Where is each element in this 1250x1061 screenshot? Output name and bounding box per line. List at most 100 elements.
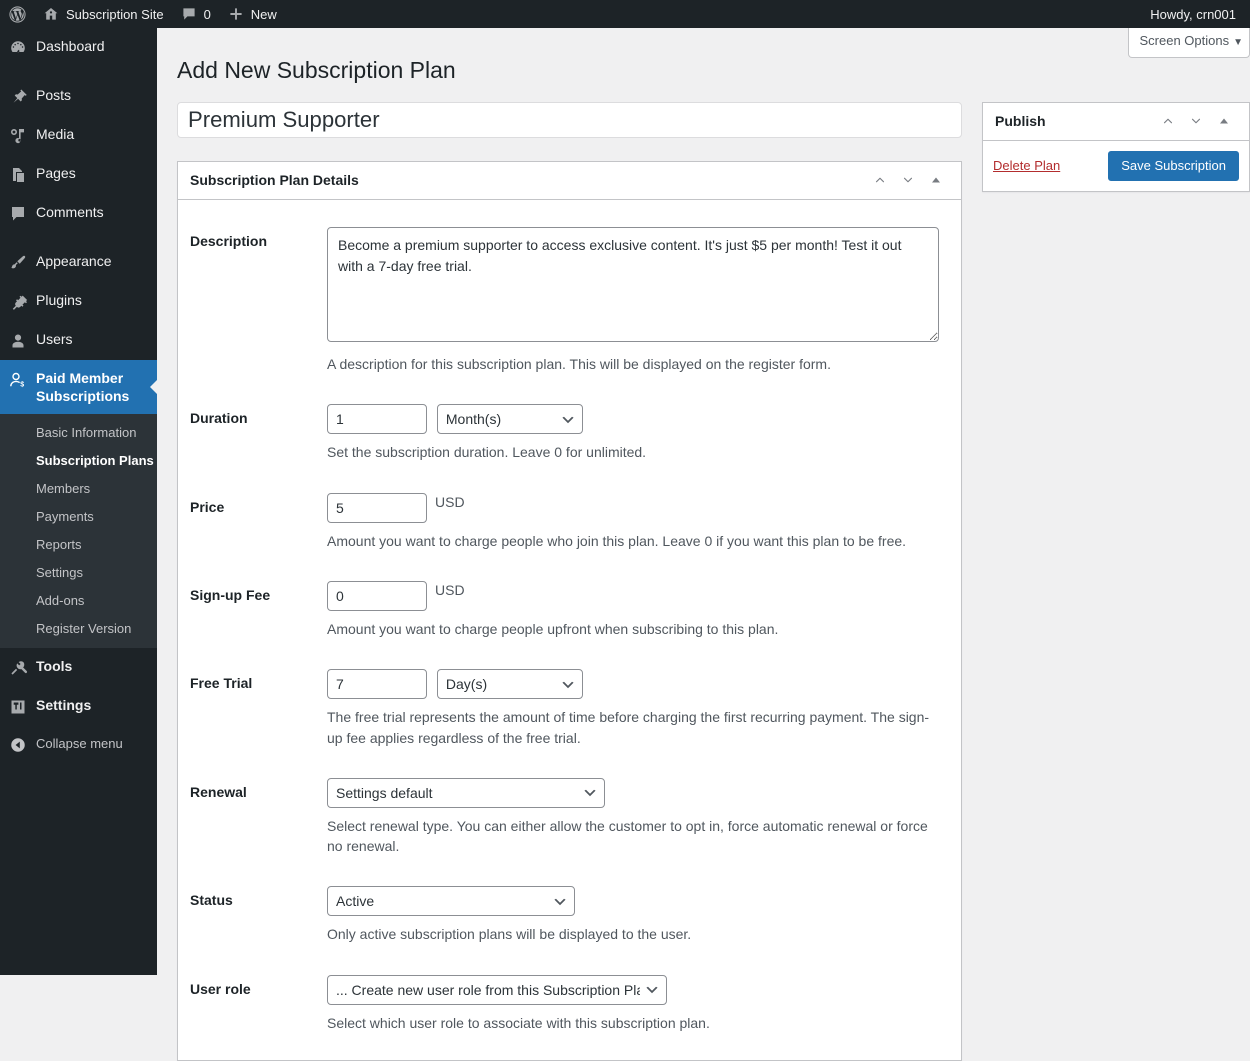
sidebar-subitem-reports[interactable]: Reports — [0, 531, 157, 559]
sidebar-item-label: Media — [36, 126, 75, 142]
sidebar-subitem-register-version[interactable]: Register Version — [0, 615, 157, 643]
account-menu[interactable]: Howdy, crn001 — [1142, 0, 1250, 28]
sidebar-item-label: Pages — [36, 165, 76, 181]
user-role-help: Select which user role to associate with… — [327, 1014, 710, 1031]
details-box-title: Subscription Plan Details — [190, 171, 359, 188]
duration-period-select[interactable]: Month(s) — [436, 404, 583, 435]
site-name-menu[interactable]: Subscription Site — [34, 0, 172, 28]
signup-fee-currency: USD — [435, 581, 465, 598]
duration-label: Duration — [190, 410, 248, 427]
chevron-up-icon[interactable] — [867, 167, 893, 193]
site-name-label: Subscription Site — [66, 6, 164, 22]
field-row-renewal: Renewal Settings default Select renewal … — [190, 763, 949, 872]
comments-menu[interactable]: 0 — [172, 0, 219, 28]
main-column: Subscription Plan Details — [177, 101, 962, 1061]
field-row-free-trial: Free Trial Day(s) The free trial represe… — [190, 654, 949, 763]
chevron-down-icon[interactable] — [895, 167, 921, 193]
status-help: Only active subscription plans will be d… — [327, 926, 692, 943]
sidebar-item-media[interactable]: Media — [0, 116, 157, 155]
collapse-menu-label: Collapse menu — [36, 736, 123, 751]
sidebar-subitem-members[interactable]: Members — [0, 475, 157, 503]
field-row-signup-fee: Sign-up Fee USD Amount you want to charg… — [190, 566, 949, 654]
sidebar-subitem-add-ons[interactable]: Add-ons — [0, 587, 157, 615]
price-input[interactable] — [327, 492, 427, 523]
price-cell: USD Amount you want to charge people who… — [317, 478, 949, 566]
toggle-triangle-up-icon[interactable] — [1211, 108, 1237, 134]
sidebar-item-label: Plugins — [36, 292, 82, 308]
user-role-cell: ... Create new user role from this Subsc… — [317, 960, 949, 1048]
free-trial-input[interactable] — [327, 669, 427, 700]
sidebar-subitem-basic-information[interactable]: Basic Information — [0, 419, 157, 447]
comments-count: 0 — [203, 6, 211, 22]
svg-text:$: $ — [20, 382, 24, 389]
sidebar-item-posts[interactable]: Posts — [0, 77, 157, 116]
sidebar-item-dashboard[interactable]: Dashboard — [0, 28, 157, 67]
renewal-help: Select renewal type. You can either allo… — [327, 817, 928, 855]
save-subscription-button[interactable]: Save Subscription — [1108, 150, 1239, 181]
sidebar-item-label: Dashboard — [36, 38, 105, 54]
sidebar-item-label: Appearance — [36, 253, 112, 269]
plus-icon — [227, 5, 245, 23]
free-trial-cell: Day(s) The free trial represents the amo… — [317, 654, 949, 763]
sidebar-item-tools[interactable]: Tools — [0, 648, 157, 687]
free-trial-label: Free Trial — [190, 675, 253, 692]
duration-input[interactable] — [327, 404, 427, 435]
chevron-up-icon[interactable] — [1155, 108, 1181, 134]
sidebar-subitem-settings[interactable]: Settings — [0, 559, 157, 587]
admin-bar-right: Howdy, crn001 — [1142, 0, 1250, 28]
page-wrap: Add New Subscription Plan Subscription P… — [157, 28, 1250, 1061]
field-row-duration: Duration Month(s) Set the subscription d… — [190, 389, 949, 477]
status-label: Status — [190, 892, 233, 909]
sidebar-item-comments[interactable]: Comments — [0, 194, 157, 233]
publish-box: Publish Delete Plan Save Subscription — [982, 101, 1250, 192]
renewal-select[interactable]: Settings default — [327, 777, 605, 808]
pin-icon — [0, 86, 36, 107]
free-trial-period-select[interactable]: Day(s) — [436, 669, 583, 700]
side-column: Publish Delete Plan Save Subscription — [982, 101, 1250, 192]
user-role-select[interactable]: ... Create new user role from this Subsc… — [327, 974, 667, 1005]
member-subscriptions-icon: $ — [0, 369, 36, 390]
toggle-triangle-up-icon[interactable] — [923, 167, 949, 193]
details-box-body: Description Become a premium supporter t… — [178, 200, 961, 1060]
collapse-menu-button[interactable]: Collapse menu — [0, 726, 157, 763]
publishing-action: Save Subscription — [1108, 150, 1239, 181]
wrench-icon — [0, 657, 36, 678]
sidebar-item-paid-member-subscriptions[interactable]: $ Paid Member Subscriptions — [0, 360, 157, 414]
publish-box-actions — [1155, 108, 1237, 134]
free-trial-help: The free trial represents the amount of … — [327, 709, 930, 746]
sidebar-item-settings[interactable]: Settings — [0, 687, 157, 726]
plan-title-input[interactable] — [177, 101, 962, 138]
sidebar-subitem-subscription-plans[interactable]: Subscription Plans — [0, 447, 157, 475]
status-select[interactable]: Active — [327, 886, 575, 917]
comment-bubble-icon — [180, 5, 198, 23]
price-label: Price — [190, 498, 225, 515]
chevron-down-icon[interactable] — [1183, 108, 1209, 134]
status-cell: Active Only active subscription plans wi… — [317, 871, 949, 959]
sidebar-item-plugins[interactable]: Plugins — [0, 282, 157, 321]
sidebar-item-users[interactable]: Users — [0, 321, 157, 360]
user-role-label: User role — [190, 980, 251, 997]
plug-icon — [0, 291, 36, 312]
signup-fee-cell: USD Amount you want to charge people upf… — [317, 566, 949, 654]
delete-plan-link[interactable]: Delete Plan — [993, 158, 1060, 173]
sidebar-item-label: Posts — [36, 87, 72, 103]
sidebar-item-pages[interactable]: Pages — [0, 155, 157, 194]
publish-box-title: Publish — [995, 112, 1046, 129]
collapse-arrow-icon — [0, 735, 36, 754]
menu-separator — [0, 233, 157, 243]
description-textarea[interactable]: Become a premium supporter to access exc… — [327, 226, 939, 342]
media-icon — [0, 125, 36, 146]
details-box-actions — [867, 167, 949, 193]
wp-logo-menu[interactable] — [0, 0, 34, 28]
duration-cell: Month(s) Set the subscription duration. … — [317, 389, 949, 477]
new-content-menu[interactable]: New — [219, 0, 285, 28]
renewal-label: Renewal — [190, 783, 247, 800]
publish-box-header: Publish — [983, 103, 1249, 141]
sidebar-subitem-payments[interactable]: Payments — [0, 503, 157, 531]
signup-fee-input[interactable] — [327, 580, 427, 611]
description-cell: Become a premium supporter to access exc… — [317, 212, 949, 389]
details-box-header: Subscription Plan Details — [178, 162, 961, 200]
price-help: Amount you want to charge people who joi… — [327, 532, 907, 549]
sidebar-item-appearance[interactable]: Appearance — [0, 243, 157, 282]
price-currency: USD — [435, 493, 465, 510]
